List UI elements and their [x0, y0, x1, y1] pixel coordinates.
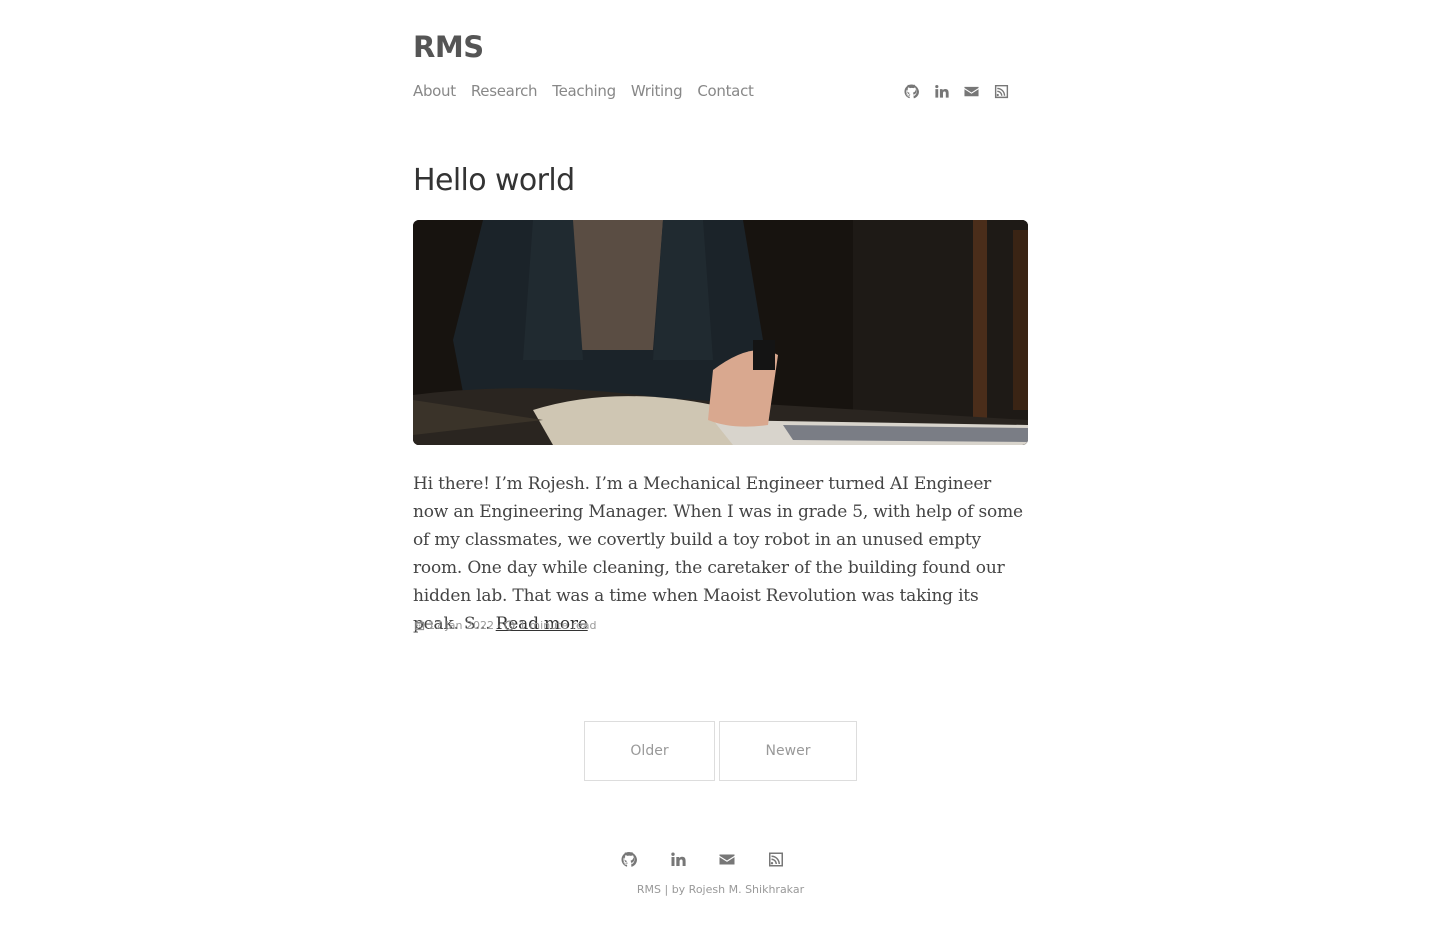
nav-item-teaching[interactable]: Teaching	[552, 82, 616, 100]
nav-item-contact[interactable]: Contact	[697, 82, 754, 100]
footer-social-icons	[621, 851, 784, 867]
meta-separator: -	[496, 619, 501, 632]
post-title[interactable]: Hello world	[413, 163, 575, 198]
post-excerpt: Hi there! I’m Rojesh. I’m a Mechanical E…	[413, 470, 1028, 638]
nav-item-research[interactable]: Research	[471, 82, 538, 100]
linkedin-icon[interactable]	[670, 851, 686, 867]
github-icon[interactable]	[903, 83, 919, 99]
linkedin-icon[interactable]	[933, 83, 949, 99]
github-icon[interactable]	[621, 851, 637, 867]
header-social-icons	[903, 83, 1009, 99]
post-date: 17 Jan 2022	[428, 619, 494, 632]
clock-icon	[504, 620, 516, 632]
hero-photo-illustration	[413, 220, 1028, 445]
post-hero-image[interactable]	[413, 220, 1028, 445]
nav-item-about[interactable]: About	[413, 82, 456, 100]
pagination: Older Newer	[584, 721, 857, 781]
footer-credit: RMS | by Rojesh M. Shikhrakar	[636, 883, 805, 896]
rss-icon[interactable]	[993, 83, 1009, 99]
post-read-time: 1 minute read	[518, 619, 597, 632]
site-title[interactable]: RMS	[413, 30, 484, 64]
post-meta: 17 Jan 2022 - 1 minute read	[413, 619, 597, 632]
main-nav: About Research Teaching Writing Contact	[413, 82, 754, 100]
calendar-icon	[413, 620, 425, 632]
envelope-icon[interactable]	[719, 851, 735, 867]
post-excerpt-text: Hi there! I’m Rojesh. I’m a Mechanical E…	[413, 474, 1023, 634]
nav-item-writing[interactable]: Writing	[631, 82, 683, 100]
rss-icon[interactable]	[768, 851, 784, 867]
newer-button[interactable]: Newer	[719, 721, 857, 781]
envelope-icon[interactable]	[963, 83, 979, 99]
older-button[interactable]: Older	[584, 721, 715, 781]
